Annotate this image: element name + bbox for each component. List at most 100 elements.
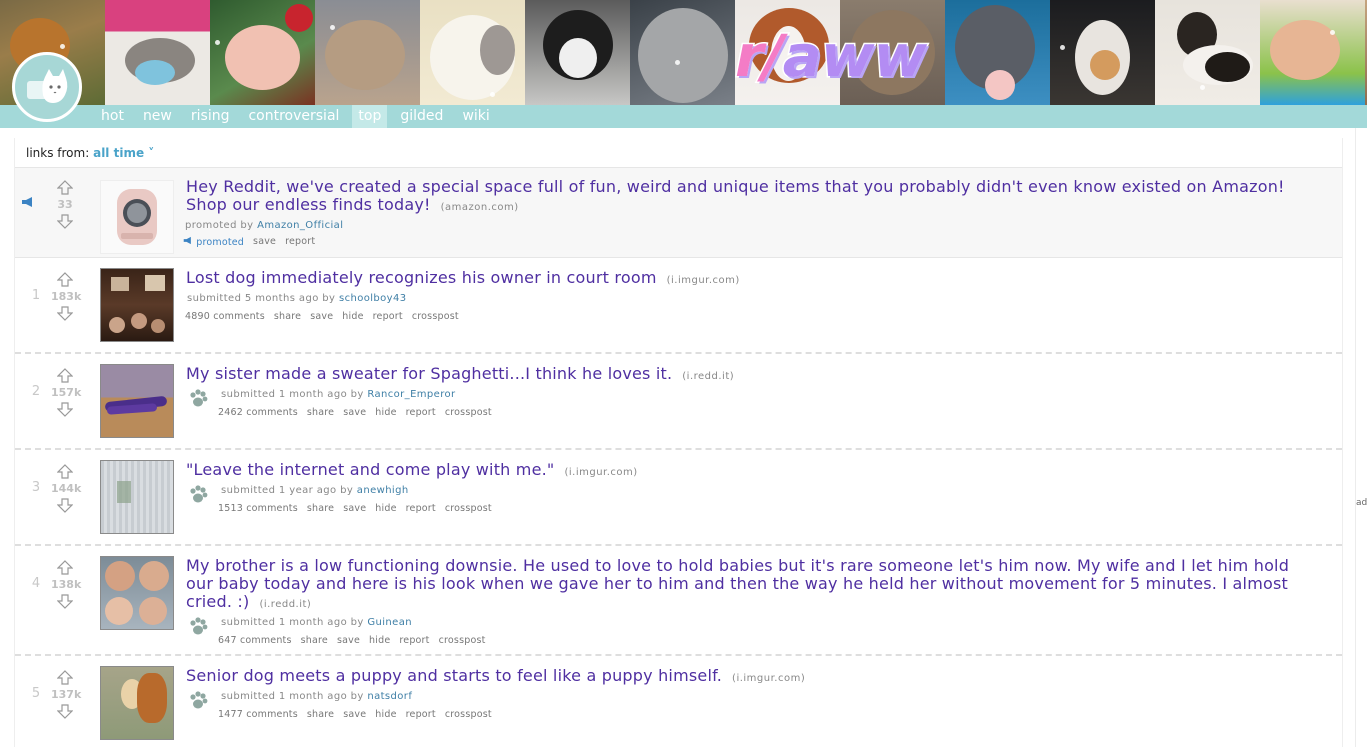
paw-flair-icon bbox=[190, 691, 208, 709]
report-button[interactable]: report bbox=[373, 311, 403, 322]
post-title-link[interactable]: Lost dog immediately recognizes his owne… bbox=[186, 268, 657, 287]
post-domain[interactable]: (i.imgur.com) bbox=[667, 275, 740, 286]
post-thumbnail[interactable] bbox=[100, 364, 174, 438]
tagline-prefix: promoted by bbox=[185, 220, 254, 231]
crosspost-button[interactable]: crosspost bbox=[439, 635, 486, 646]
post-thumbnail[interactable] bbox=[100, 666, 174, 740]
downvote-arrow-icon[interactable] bbox=[57, 497, 73, 513]
hide-button[interactable]: hide bbox=[375, 709, 396, 720]
megaphone-icon bbox=[22, 197, 32, 207]
post-5: 5 137k Senior dog meets a puppy and star… bbox=[15, 656, 1342, 747]
tagline-prefix: submitted 1 month ago by bbox=[221, 617, 364, 628]
author-link[interactable]: Guinean bbox=[367, 617, 412, 628]
post-title-link[interactable]: "Leave the internet and come play with m… bbox=[186, 460, 554, 479]
tab-rising[interactable]: rising bbox=[185, 105, 236, 128]
post-tagline: submitted 1 month ago by Guinean bbox=[221, 617, 412, 628]
crosspost-button[interactable]: crosspost bbox=[445, 503, 492, 514]
tab-top[interactable]: top bbox=[352, 105, 388, 128]
save-button[interactable]: save bbox=[253, 236, 276, 248]
hide-button[interactable]: hide bbox=[375, 503, 396, 514]
share-button[interactable]: share bbox=[301, 635, 328, 646]
post-tagline: submitted 1 month ago by natsdorf bbox=[221, 691, 412, 702]
report-button[interactable]: report bbox=[399, 635, 429, 646]
subreddit-logo[interactable]: r/aww bbox=[734, 21, 935, 92]
share-button[interactable]: share bbox=[307, 503, 334, 514]
time-filter-dropdown[interactable]: all time ˅ bbox=[93, 146, 154, 160]
snoo-cat-icon[interactable] bbox=[12, 52, 82, 122]
vote-box: 137k bbox=[51, 670, 81, 719]
share-button[interactable]: share bbox=[307, 709, 334, 720]
tagline-prefix: submitted 1 month ago by bbox=[221, 691, 364, 702]
save-button[interactable]: save bbox=[343, 503, 366, 514]
promoted-label[interactable]: promoted bbox=[183, 236, 244, 248]
share-button[interactable]: share bbox=[274, 311, 301, 322]
tab-new[interactable]: new bbox=[137, 105, 178, 128]
upvote-arrow-icon[interactable] bbox=[57, 670, 73, 686]
downvote-arrow-icon[interactable] bbox=[57, 305, 73, 321]
post-thumbnail[interactable] bbox=[100, 556, 174, 630]
author-link[interactable]: Amazon_Official bbox=[257, 220, 343, 231]
hide-button[interactable]: hide bbox=[369, 635, 390, 646]
author-link[interactable]: schoolboy43 bbox=[339, 293, 407, 304]
score: 157k bbox=[51, 386, 82, 399]
comments-link[interactable]: 647 comments bbox=[218, 635, 292, 646]
save-button[interactable]: save bbox=[343, 407, 366, 418]
upvote-arrow-icon[interactable] bbox=[57, 272, 73, 288]
post-domain[interactable]: (amazon.com) bbox=[441, 202, 519, 213]
author-link[interactable]: natsdorf bbox=[367, 691, 412, 702]
tab-controversial[interactable]: controversial bbox=[242, 105, 345, 128]
hide-button[interactable]: hide bbox=[342, 311, 363, 322]
post-domain[interactable]: (i.redd.it) bbox=[682, 371, 734, 382]
promo-thumbnail[interactable] bbox=[100, 180, 174, 254]
post-thumbnail[interactable] bbox=[100, 268, 174, 342]
post-thumbnail[interactable] bbox=[100, 460, 174, 534]
vote-box: 144k bbox=[51, 464, 81, 513]
share-button[interactable]: share bbox=[307, 407, 334, 418]
crosspost-button[interactable]: crosspost bbox=[445, 709, 492, 720]
downvote-arrow-icon[interactable] bbox=[57, 401, 73, 417]
hide-button[interactable]: hide bbox=[375, 407, 396, 418]
banner-photo-bunny bbox=[420, 0, 525, 105]
banner-photo-pig bbox=[210, 0, 315, 105]
post-title-block: Senior dog meets a puppy and starts to f… bbox=[186, 667, 1318, 688]
tab-gilded[interactable]: gilded bbox=[394, 105, 449, 128]
vote-box: 157k bbox=[51, 368, 82, 417]
author-link[interactable]: anewhigh bbox=[357, 485, 409, 496]
tab-wiki[interactable]: wiki bbox=[456, 105, 495, 128]
post-title-link[interactable]: My sister made a sweater for Spaghetti..… bbox=[186, 364, 672, 383]
post-title-link[interactable]: Hey Reddit, we've created a special spac… bbox=[186, 177, 1285, 214]
crosspost-button[interactable]: crosspost bbox=[412, 311, 459, 322]
side-scrollbar[interactable] bbox=[1355, 128, 1367, 747]
post-domain[interactable]: (i.redd.it) bbox=[259, 599, 311, 610]
save-button[interactable]: save bbox=[337, 635, 360, 646]
crosspost-button[interactable]: crosspost bbox=[445, 407, 492, 418]
post-title-link[interactable]: Senior dog meets a puppy and starts to f… bbox=[186, 666, 722, 685]
upvote-arrow-icon[interactable] bbox=[57, 368, 73, 384]
comments-link[interactable]: 2462 comments bbox=[218, 407, 298, 418]
upvote-arrow-icon[interactable] bbox=[57, 180, 73, 196]
downvote-arrow-icon[interactable] bbox=[57, 213, 73, 229]
report-button[interactable]: report bbox=[406, 709, 436, 720]
report-button[interactable]: report bbox=[285, 236, 315, 248]
comments-link[interactable]: 1513 comments bbox=[218, 503, 298, 514]
downvote-arrow-icon[interactable] bbox=[57, 593, 73, 609]
author-link[interactable]: Rancor_Emperor bbox=[367, 389, 455, 400]
time-filter: links from: all time ˅ bbox=[26, 146, 154, 160]
upvote-arrow-icon[interactable] bbox=[57, 560, 73, 576]
post-domain[interactable]: (i.imgur.com) bbox=[564, 467, 637, 478]
post-title-link[interactable]: My brother is a low functioning downsie.… bbox=[186, 556, 1289, 611]
report-button[interactable]: report bbox=[406, 503, 436, 514]
post-domain[interactable]: (i.imgur.com) bbox=[732, 673, 805, 684]
post-buttons: 647 comments share save hide report cros… bbox=[218, 635, 486, 646]
save-button[interactable]: save bbox=[310, 311, 333, 322]
score: 183k bbox=[51, 290, 82, 303]
banner-photo-grey-cat bbox=[630, 0, 735, 105]
comments-link[interactable]: 1477 comments bbox=[218, 709, 298, 720]
upvote-arrow-icon[interactable] bbox=[57, 464, 73, 480]
report-button[interactable]: report bbox=[406, 407, 436, 418]
comments-link[interactable]: 4890 comments bbox=[185, 311, 265, 322]
tab-hot[interactable]: hot bbox=[95, 105, 130, 128]
post-buttons: 1513 comments share save hide report cro… bbox=[218, 503, 492, 514]
save-button[interactable]: save bbox=[343, 709, 366, 720]
downvote-arrow-icon[interactable] bbox=[57, 703, 73, 719]
